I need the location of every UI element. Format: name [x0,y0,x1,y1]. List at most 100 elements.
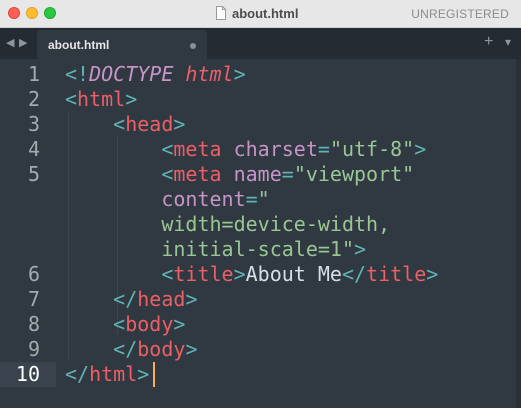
tab-about-html[interactable]: about.html [37,30,207,59]
code-token: "viewport" [293,162,415,186]
code-token: html [77,87,126,111]
code-token: > [233,62,246,86]
line-number: 1 [27,62,40,86]
code-token: initial-scale=1" [161,237,354,261]
code-token: > [233,262,246,286]
code-editor[interactable]: 1 2 3 4 5 6 7 8 9 10 <!DOCTYPE html> <html> <head>… [0,59,521,408]
code-token: > [185,287,198,311]
code-line[interactable]: <meta name="viewport" [65,162,414,187]
line-number: 9 [27,337,40,361]
line-number: 6 [27,262,40,286]
code-token: </ [113,287,138,311]
code-token: > [173,312,186,336]
code-line[interactable]: </html> [65,362,149,387]
code-token: content [161,187,246,211]
tab-back-icon[interactable]: ◀ [6,36,14,50]
code-line[interactable]: <title>About Me</title> [65,262,438,287]
registration-status: UNREGISTERED [411,7,509,21]
code-line[interactable]: <!DOCTYPE html> [65,62,246,87]
code-token: DOCTYPE [89,62,186,86]
code-line[interactable]: <head> [65,112,185,137]
line-number-gutter: 1 2 3 4 5 6 7 8 9 10 [0,59,56,408]
code-token: = [281,162,294,186]
line-number: 2 [27,87,40,111]
code-token: About Me [245,262,342,286]
code-token: < [161,137,174,161]
code-token: </ [113,337,138,361]
close-window-button[interactable] [8,7,20,19]
code-token: > [414,137,427,161]
code-token: title [173,262,234,286]
editor-scrollbar[interactable] [516,59,521,408]
code-line[interactable]: </head> [65,287,197,312]
line-number: 4 [27,137,40,161]
code-token: > [353,237,367,261]
code-token: body [125,312,174,336]
window-title: about.html [232,6,299,21]
line-number: 8 [27,312,40,336]
code-token: body [137,337,186,361]
line-number: 3 [27,112,40,136]
code-line[interactable]: </body> [65,337,197,362]
code-token: < [161,162,174,186]
code-token: meta [173,162,222,186]
code-token: width=device-width, [161,212,391,236]
tab-bar: ◀ ▶ about.html + ▾ [0,28,521,59]
line-number: 10 [15,362,40,386]
code-token: < [65,87,78,111]
code-token: > [173,112,186,136]
code-token: </ [65,362,90,386]
code-token: " [257,187,270,211]
code-token: = [317,137,330,161]
unsaved-dot-icon[interactable] [190,43,196,49]
code-token: html [89,362,138,386]
title-bar: about.html UNREGISTERED [0,0,521,28]
tab-forward-icon[interactable]: ▶ [19,36,27,50]
code-line[interactable]: initial-scale=1"> [65,237,366,262]
code-line[interactable]: <html> [65,87,137,112]
line-number: 7 [27,287,40,311]
file-icon [216,6,226,20]
code-token: head [137,287,186,311]
code-token: <! [65,62,90,86]
code-token: < [113,312,126,336]
code-token: title [366,262,427,286]
zoom-window-button[interactable] [44,7,56,19]
line-number: 5 [27,162,40,186]
new-tab-icon[interactable]: + [484,33,493,51]
code-token: < [161,262,174,286]
minimize-window-button[interactable] [26,7,38,19]
code-line[interactable]: <meta charset="utf-8"> [65,137,426,162]
code-token: "utf-8" [329,137,415,161]
code-token: > [125,87,138,111]
code-token: > [185,337,198,361]
code-token: meta [173,137,222,161]
code-token: html [185,62,234,86]
tab-label: about.html [48,38,110,52]
code-line[interactable]: content=" [65,187,270,212]
code-token: = [245,187,258,211]
code-token: name [233,162,282,186]
code-token: > [426,262,439,286]
code-token: < [113,112,126,136]
code-token: > [137,362,150,386]
code-token: head [125,112,174,136]
code-line[interactable]: width=device-width, [65,212,390,237]
code-token: charset [233,137,318,161]
code-line[interactable]: <body> [65,312,185,337]
code-token: </ [341,262,367,286]
text-cursor [153,362,155,387]
tab-overflow-icon[interactable]: ▾ [505,35,511,49]
